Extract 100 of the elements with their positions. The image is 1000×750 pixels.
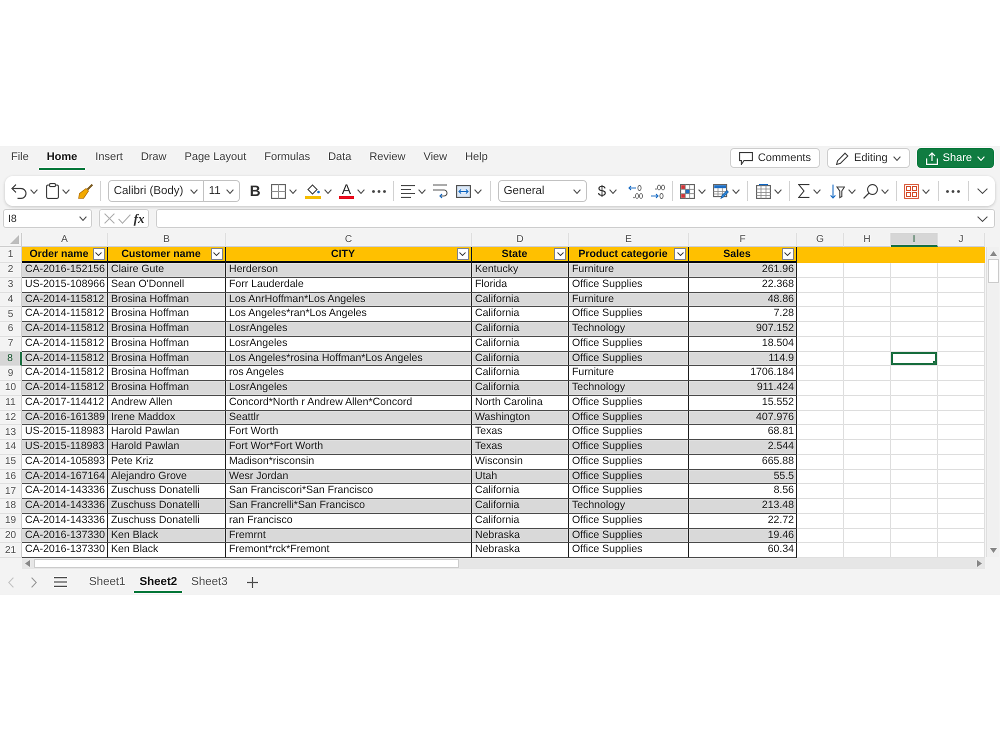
row-header[interactable]: 16 [0, 470, 22, 484]
down-arrow-icon[interactable] [990, 548, 996, 553]
row-header[interactable]: 1 [0, 247, 22, 263]
row-header[interactable]: 17 [0, 484, 22, 499]
column-header[interactable]: I [891, 233, 938, 247]
table-cell: 19.46 [689, 528, 797, 544]
row-header[interactable]: 18 [0, 499, 22, 514]
search-icon [862, 184, 878, 198]
sigma-icon [798, 184, 810, 198]
currency-button[interactable]: $ [594, 179, 622, 203]
column-header[interactable]: G [797, 233, 844, 247]
row-header[interactable]: 5 [0, 307, 22, 322]
filter-button[interactable] [782, 248, 794, 260]
table-cell: CA-2016-137330 [22, 528, 108, 544]
table-cell: Zuschuss Donatelli [108, 484, 226, 499]
name-box[interactable]: I8 [3, 209, 92, 228]
table-cell: Ken Black [108, 528, 226, 544]
ribbon-tab[interactable]: Home [38, 146, 86, 170]
upload-icon [926, 152, 938, 164]
table-cell: Concord*North r Andrew Allen*Concord [226, 396, 472, 410]
ribbon-tab[interactable]: Review [361, 146, 414, 170]
table-cell: Office Supplies [569, 425, 689, 440]
column-header[interactable]: B [108, 233, 226, 247]
bold-button[interactable]: B [246, 179, 264, 203]
comments-button[interactable]: Comments [730, 148, 820, 168]
ribbon-tab[interactable]: Data [320, 146, 360, 170]
table-pen-icon [713, 184, 730, 198]
row-header[interactable]: 8 [0, 352, 22, 366]
filter-button[interactable] [456, 248, 469, 260]
column-header[interactable]: A [22, 233, 108, 247]
apps-grid-icon [904, 184, 920, 198]
row-header[interactable]: 10 [0, 381, 22, 396]
insert-function-button[interactable]: fx [134, 211, 144, 226]
table-cell: Sean O'Donnell [108, 278, 226, 292]
chevron-right-icon[interactable] [31, 576, 37, 588]
ribbon-tab[interactable]: Insert [87, 146, 131, 170]
row-header[interactable]: 19 [0, 514, 22, 528]
column-header[interactable]: C [226, 233, 472, 247]
filter-button[interactable] [92, 248, 105, 260]
menu-icon[interactable] [54, 577, 67, 587]
filter-button[interactable] [554, 248, 566, 260]
number-format-dropdown[interactable]: General [498, 180, 587, 202]
row-header[interactable]: 14 [0, 440, 22, 455]
row-header[interactable]: 9 [0, 366, 22, 381]
font-color-button[interactable]: A [338, 179, 365, 203]
column-header[interactable]: F [689, 233, 797, 247]
table-cell: 907.152 [689, 322, 797, 337]
ribbon-tab[interactable]: Page Layout [176, 146, 254, 170]
row-header[interactable]: 6 [0, 322, 22, 337]
column-header[interactable]: H [844, 233, 891, 247]
row-header[interactable]: 13 [0, 425, 22, 440]
selected-cell[interactable] [891, 352, 938, 366]
right-arrow-icon[interactable] [977, 560, 982, 567]
font-size-dropdown[interactable]: 11 [204, 180, 240, 202]
scrollbar-thumb[interactable] [988, 259, 998, 283]
row-header[interactable]: 20 [0, 528, 22, 544]
table-cell: Technology [569, 499, 689, 514]
clipboard-icon [46, 183, 59, 199]
column-header[interactable]: D [472, 233, 569, 247]
table-cell: Brosina Hoffman [108, 307, 226, 322]
ribbon-tab[interactable]: File [3, 146, 37, 170]
checkmark-icon[interactable] [118, 214, 131, 224]
undo-icon [11, 184, 28, 198]
table-cell: Utah [472, 470, 569, 484]
sheet-tab[interactable]: Sheet2 [134, 571, 182, 593]
font-family-dropdown[interactable]: Calibri (Body) [108, 180, 204, 202]
horizontal-scrollbar[interactable] [22, 558, 985, 569]
sheet-tab[interactable]: Sheet1 [84, 571, 130, 593]
row-header[interactable]: 21 [0, 543, 22, 558]
table-cell: Herderson [226, 263, 472, 278]
share-button[interactable]: Share [916, 148, 994, 168]
row-header[interactable]: 4 [0, 292, 22, 308]
sheet-tab[interactable]: Sheet3 [186, 571, 233, 593]
row-header[interactable]: 3 [0, 278, 22, 292]
row-header[interactable]: 2 [0, 263, 22, 278]
scrollbar-thumb[interactable] [34, 559, 459, 568]
editing-button[interactable]: Editing [827, 148, 910, 168]
filter-button[interactable] [210, 248, 223, 260]
ribbon-tab[interactable]: Formulas [256, 146, 318, 170]
left-arrow-icon[interactable] [25, 560, 30, 567]
fill-handle-icon[interactable] [933, 361, 937, 366]
row-header[interactable]: 12 [0, 410, 22, 426]
chevron-down-icon[interactable] [977, 216, 988, 222]
row-header[interactable]: 15 [0, 454, 22, 470]
ribbon-tab[interactable]: View [415, 146, 456, 170]
column-header[interactable]: J [938, 233, 985, 247]
table-cell: Office Supplies [569, 307, 689, 322]
row-header[interactable]: 11 [0, 396, 22, 410]
table-cell: California [472, 322, 569, 337]
ribbon-tab[interactable]: Help [457, 146, 496, 170]
row-header[interactable]: 7 [0, 336, 22, 352]
plus-icon[interactable] [246, 576, 258, 588]
caret-icon [474, 188, 482, 194]
formula-input[interactable] [156, 209, 995, 228]
up-arrow-icon[interactable] [990, 251, 996, 256]
table-cell: Furniture [569, 263, 689, 278]
column-header[interactable]: E [569, 233, 689, 247]
filter-button[interactable] [674, 248, 686, 260]
ribbon-tab[interactable]: Draw [132, 146, 174, 170]
table-cell: LosrAngeles [226, 381, 472, 396]
